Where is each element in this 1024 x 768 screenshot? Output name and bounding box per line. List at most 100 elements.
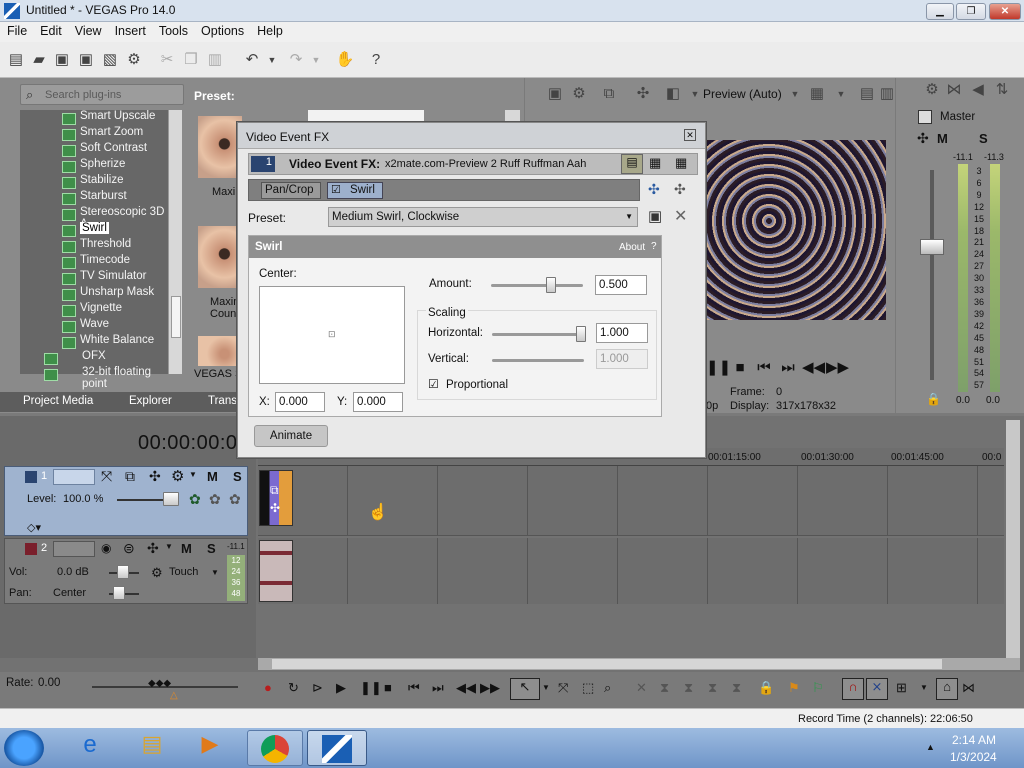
go-to-end-icon[interactable]: ⏭ [432, 680, 444, 696]
play-from-start-icon[interactable]: ⊳ [312, 680, 323, 696]
trim-end-icon[interactable]: ⧗ [708, 680, 717, 696]
list-item[interactable]: TV Simulator [58, 270, 168, 286]
redo-icon[interactable]: ↷ [286, 50, 306, 70]
menu-tools[interactable]: Tools [152, 22, 194, 38]
split-dropdown-icon[interactable]: ▼ [685, 84, 705, 104]
plugin-enabled-checkbox[interactable]: ☑ [331, 183, 341, 196]
save-as-icon[interactable]: ▣ [76, 50, 96, 70]
folder-32bit[interactable]: 32-bit floating point [40, 366, 168, 390]
preview-gear-icon[interactable]: ⚙ [569, 84, 589, 104]
maximize-button[interactable]: ❐ [956, 3, 986, 20]
plugin-pan-crop[interactable]: Pan/Crop [261, 182, 321, 199]
previous-frame-icon[interactable]: ⏮ [754, 358, 774, 378]
track-gear-icon[interactable]: ⚙ [171, 467, 184, 485]
list-item-swirl[interactable]: Swirl [58, 222, 168, 238]
rate-slider-thumb[interactable]: ◆◆◆ [148, 678, 171, 689]
track-fx-icon[interactable]: ✣ [149, 468, 161, 485]
auto-crossfade-icon[interactable]: ⨯ [866, 678, 888, 700]
internet-explorer-icon[interactable]: e [68, 731, 112, 765]
horizontal-slider-thumb[interactable] [576, 326, 587, 342]
show-hidden-icons-icon[interactable]: ▲ [926, 742, 935, 752]
minimize-button[interactable]: ▁ [926, 3, 954, 20]
invert-phase-icon[interactable]: ⊜ [123, 540, 135, 557]
previous-frame-icon[interactable]: ◀◀ [456, 680, 476, 696]
track-fx-dropdown-icon[interactable]: ▼ [165, 542, 173, 551]
go-to-start-icon[interactable]: ⏮ [408, 680, 420, 696]
record-icon[interactable]: ● [264, 680, 272, 695]
trim-icon[interactable]: ⧗ [660, 680, 669, 696]
zoom-tool-icon[interactable]: ⌕ [604, 680, 611, 696]
media-player-icon[interactable]: ▶ [188, 731, 232, 765]
video-properties-icon[interactable]: ▣ [545, 84, 565, 104]
horizontal-field[interactable]: 1.000 [596, 323, 648, 343]
audio-event-clip[interactable] [259, 540, 293, 602]
delete-icon[interactable]: ✕ [636, 680, 647, 696]
animate-button[interactable]: Animate [254, 425, 328, 447]
track-motion-icon[interactable]: ⤧ [101, 468, 112, 485]
master-fx-chain-icon[interactable]: ✣ [917, 130, 929, 147]
composite-mode-icon[interactable]: ✿ [189, 491, 201, 508]
list-view-icon[interactable]: ▦ [649, 155, 661, 171]
insert-region-icon[interactable]: ⚐ [812, 680, 824, 696]
render-icon[interactable]: ▧ [100, 50, 120, 70]
selection-tool-icon[interactable]: ⬚ [582, 680, 594, 696]
automation-dropdown-icon[interactable]: ▼ [211, 568, 219, 577]
automation-mode[interactable]: Touch [169, 566, 198, 578]
track2-solo-button[interactable]: S [207, 541, 216, 556]
center-point-icon[interactable]: ⊡ [328, 329, 336, 340]
folder-ofx[interactable]: OFX [40, 350, 168, 366]
undo-dropdown-icon[interactable]: ▼ [262, 50, 282, 70]
split-screen-icon[interactable]: ◧ [663, 84, 683, 104]
list-item[interactable]: Starburst [58, 190, 168, 206]
preset-thumbnail[interactable] [198, 226, 242, 288]
master-fx-icon[interactable]: ⇅ [992, 80, 1012, 100]
pan-slider-thumb[interactable] [113, 586, 125, 600]
horizontal-slider-track[interactable] [492, 333, 584, 336]
preset-thumbnail[interactable] [198, 336, 242, 366]
proportional-checkbox[interactable]: ☑ [428, 377, 439, 391]
event-pan-crop-icon[interactable]: ⧉ [270, 483, 279, 498]
loop-playback-icon[interactable]: ↻ [288, 680, 299, 696]
menu-insert[interactable]: Insert [108, 22, 152, 38]
preview-quality-dropdown[interactable]: Preview (Auto) [703, 87, 782, 101]
master-downmix-icon[interactable]: ⋈ [944, 80, 964, 100]
copy-icon[interactable]: ❐ [181, 50, 201, 70]
track-fx-icon[interactable]: ✣ [147, 540, 159, 557]
save-icon[interactable]: ▣ [52, 50, 72, 70]
center-picker[interactable]: ⊡ [259, 286, 405, 384]
scroll-thumb[interactable] [171, 296, 181, 338]
trim-start-icon[interactable]: ⧗ [684, 680, 693, 696]
pause-icon[interactable]: ❚❚ [706, 358, 731, 378]
plugin-search-box[interactable]: ⌕ Search plug-ins [20, 84, 184, 105]
parent-composite-icon[interactable]: ✿ [209, 491, 221, 508]
list-item[interactable]: Stereoscopic 3D A [58, 206, 168, 230]
timeline-horizontal-scrollbar[interactable] [258, 658, 1020, 670]
track-gear-dropdown-icon[interactable]: ▼ [189, 470, 197, 479]
play-icon[interactable]: ▶ [336, 680, 346, 696]
ripple-dropdown-icon[interactable]: ▼ [920, 683, 928, 692]
track-name-field[interactable] [53, 469, 95, 485]
track1-mute-button[interactable]: M [207, 469, 218, 484]
amount-field[interactable]: 0.500 [595, 275, 647, 295]
menu-options[interactable]: Options [194, 22, 250, 38]
master-fader-handle[interactable] [920, 239, 944, 255]
list-item[interactable]: Spherize [58, 158, 168, 174]
timeline-vertical-scrollbar[interactable] [1006, 420, 1020, 658]
event-fx-icon[interactable]: ✣ [270, 501, 280, 515]
close-button[interactable]: ✕ [989, 3, 1021, 20]
chain-view-icon[interactable]: ▤ [621, 154, 643, 174]
tab-transitions[interactable]: Transi [208, 395, 240, 407]
envelope-tool-icon[interactable]: ⤧ [558, 680, 568, 696]
tab-project-media[interactable]: Project Media [23, 395, 93, 407]
delete-preset-icon[interactable]: ✕ [674, 206, 687, 226]
master-gear-icon[interactable]: ⚙ [922, 80, 942, 100]
master-mute-button[interactable]: M [937, 131, 948, 146]
child-composite-icon[interactable]: ✿ [229, 491, 241, 508]
vegas-taskbar-button[interactable] [307, 730, 367, 766]
x-field[interactable]: 0.000 [275, 392, 325, 412]
properties-gear-icon[interactable]: ⚙ [124, 50, 144, 70]
about-link[interactable]: About [619, 242, 645, 253]
track-name-field[interactable] [53, 541, 95, 557]
lock-icon[interactable]: 🔒 [926, 392, 941, 406]
master-solo-button[interactable]: S [979, 131, 988, 146]
